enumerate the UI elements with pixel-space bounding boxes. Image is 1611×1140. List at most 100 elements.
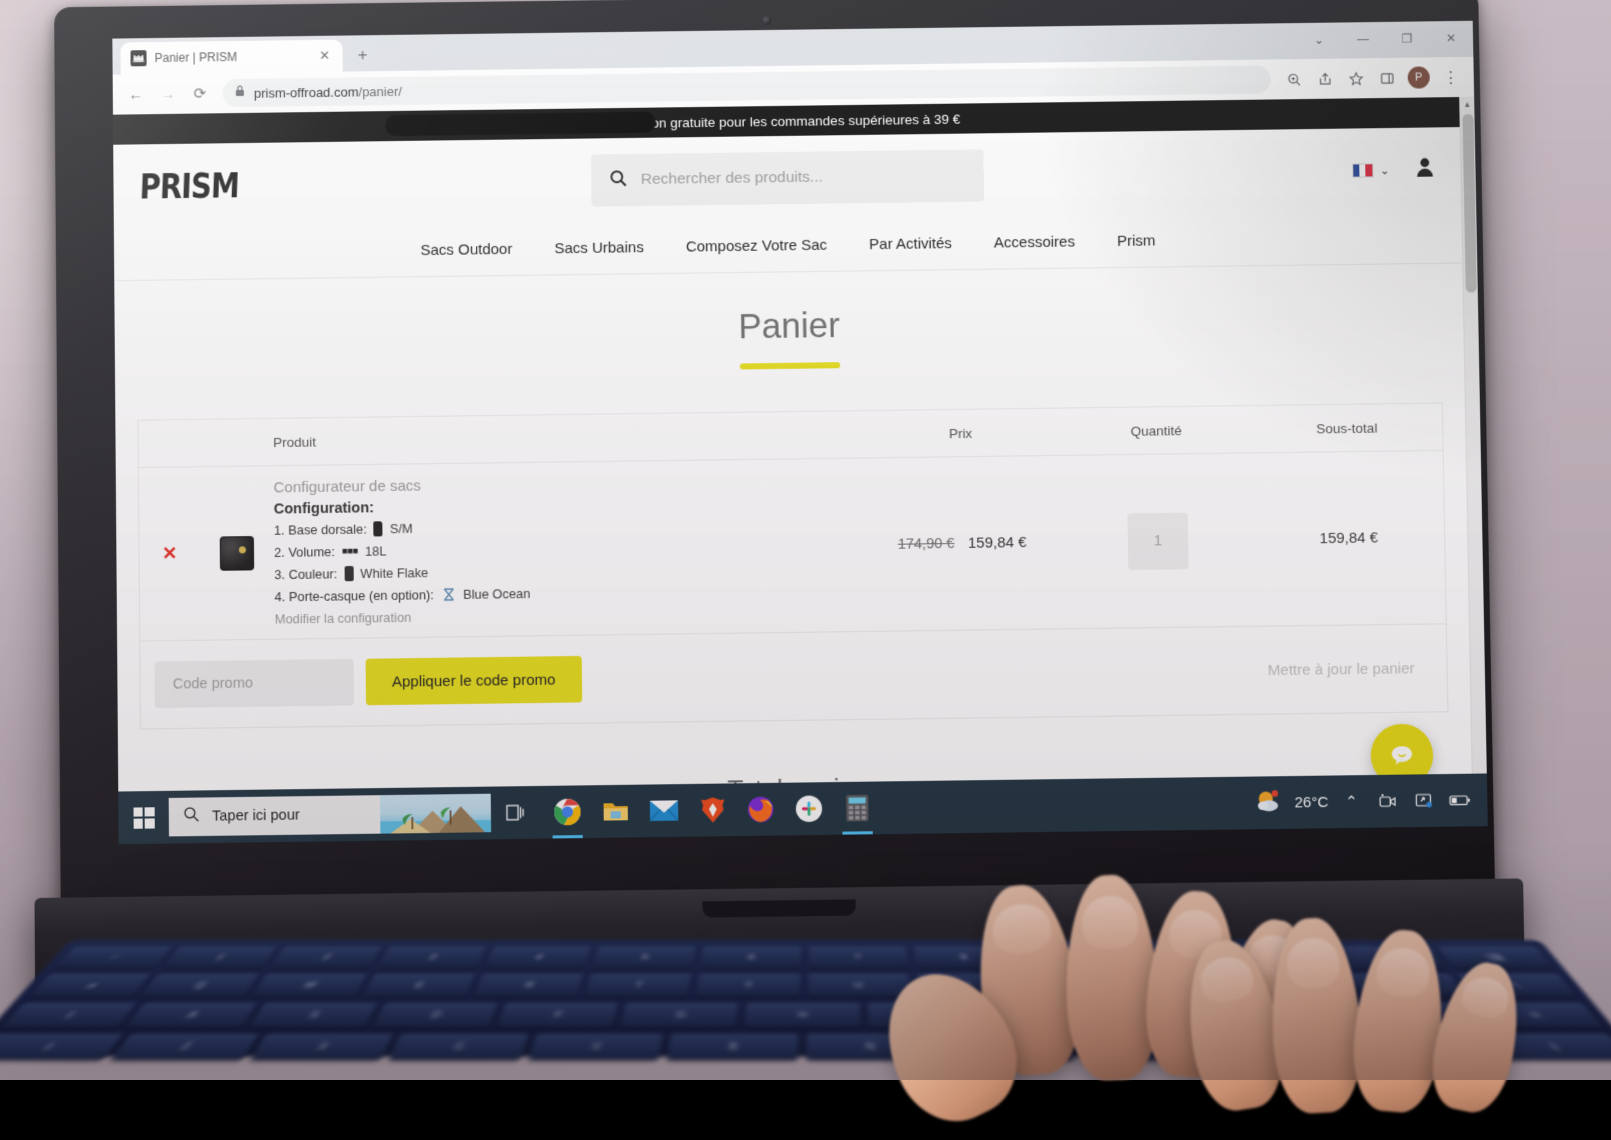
nav-prism[interactable]: Prism (1117, 232, 1156, 250)
prism-logo[interactable]: PRISM (139, 165, 240, 207)
config-value-3: White Flake (360, 565, 428, 581)
battery-icon[interactable] (1447, 787, 1474, 814)
weather-icon[interactable] (1254, 787, 1285, 819)
config-label-3: 3. Couleur: (274, 566, 337, 582)
config-line-base-dorsale: 1. Base dorsale: S/M (274, 514, 862, 537)
update-cart-link[interactable]: Mettre à jour le panier (1268, 659, 1433, 678)
firefox-icon[interactable] (738, 783, 783, 836)
config-line-couleur: 3. Couleur: White Flake (274, 559, 862, 582)
weather-temperature: 26°C (1294, 793, 1328, 811)
lock-icon (235, 84, 245, 102)
column-header-quantite: Quantité (1061, 422, 1252, 440)
site-header: PRISM Rechercher des produits... (113, 127, 1461, 229)
file-explorer-icon[interactable] (593, 785, 638, 838)
calculator-icon[interactable] (835, 781, 880, 834)
search-icon (609, 169, 627, 192)
title-underline (739, 362, 839, 369)
nav-sacs-urbains[interactable]: Sacs Urbains (554, 239, 644, 257)
tab-title: Panier | PRISM (154, 49, 308, 65)
reload-icon[interactable]: ⟳ (185, 78, 215, 108)
screen-share-icon[interactable] (1411, 787, 1438, 814)
price-cell: 174,90 € 159,84 € (862, 533, 1063, 554)
quantity-cell: 1 (1062, 511, 1254, 570)
config-line-porte-casque: 4. Porte-casque (en option): Blue Ocean (274, 581, 862, 604)
chrome-icon[interactable] (545, 785, 590, 838)
color-swatch-icon (344, 566, 353, 581)
prism-cart-page: Livraison gratuite pour les commandes su… (113, 97, 1473, 844)
left-hand (1180, 900, 1600, 1120)
promo-code-row: Appliquer le code promo Mettre à jour le… (140, 624, 1447, 728)
cart-line-item: ✕ Configurateur de sacs Configuration: 1… (139, 451, 1446, 642)
col-remove-spacer (139, 443, 199, 444)
nav-par-activites[interactable]: Par Activités (869, 235, 952, 253)
helmet-hook-swatch-icon (441, 586, 456, 601)
profile-avatar[interactable]: P (1408, 66, 1430, 88)
config-label-2: 2. Volume: (274, 544, 335, 560)
new-tab-button[interactable]: + (349, 41, 377, 69)
maximize-button[interactable]: ❐ (1385, 21, 1430, 56)
kebab-menu-icon[interactable]: ⋮ (1435, 62, 1466, 92)
nav-composez-votre-sac[interactable]: Composez Votre Sac (686, 237, 827, 256)
side-panel-icon[interactable] (1371, 63, 1402, 93)
config-label-1: 1. Base dorsale: (274, 521, 367, 537)
subtotal-cell: 159,84 € (1253, 528, 1444, 549)
url-text: prism-offroad.com/panier/ (254, 83, 402, 100)
scrollbar-thumb[interactable] (1462, 114, 1476, 293)
announcement-text: Livraison gratuite pour les commandes su… (612, 111, 960, 131)
account-icon[interactable] (1415, 156, 1435, 182)
modify-configuration-link[interactable]: Modifier la configuration (275, 603, 863, 626)
product-name[interactable]: Configurateur de sacs (273, 471, 860, 496)
cart-table: Produit Prix Quantité Sous-total ✕ (137, 403, 1448, 730)
nav-accessoires[interactable]: Accessoires (994, 233, 1075, 251)
chat-bubble-icon (1387, 740, 1418, 771)
product-thumbnail[interactable] (220, 536, 254, 571)
product-thumbnail-cell (200, 535, 275, 570)
chevron-up-icon[interactable]: ⌃ (1338, 788, 1365, 815)
forward-icon[interactable]: → (153, 79, 183, 109)
configuration-label: Configuration: (274, 493, 862, 517)
tab-close-icon[interactable]: ✕ (317, 48, 333, 64)
subtotal-value: 159,84 € (1319, 529, 1378, 547)
config-label-4: 4. Porte-casque (en option): (274, 587, 434, 604)
column-header-sous-total: Sous-total (1251, 419, 1442, 437)
close-window-button[interactable]: ✕ (1429, 21, 1474, 56)
mail-icon[interactable] (642, 784, 687, 837)
task-view-button[interactable] (491, 786, 540, 839)
taskbar-search-placeholder: Taper ici pour (212, 807, 300, 824)
config-value-1: S/M (390, 520, 413, 535)
apply-promo-button[interactable]: Appliquer le code promo (366, 656, 582, 705)
remove-item-button[interactable]: ✕ (139, 543, 199, 565)
chrome-browser-window: Panier | PRISM ✕ + ⌄ — ❐ ✕ ← (112, 21, 1487, 844)
redacted-text-block (385, 112, 656, 137)
promo-code-input[interactable] (154, 659, 354, 708)
search-icon (183, 806, 200, 829)
chevron-down-icon: ⌄ (1380, 164, 1389, 177)
minimize-button[interactable]: — (1341, 22, 1386, 57)
header-right: ⌄ (1352, 156, 1435, 183)
share-icon[interactable] (1309, 64, 1340, 94)
taskbar-search[interactable]: Taper ici pour (169, 794, 491, 837)
product-details: Configurateur de sacs Configuration: 1. … (273, 471, 862, 626)
zoom-icon[interactable] (1278, 64, 1309, 94)
page-title-block: Panier (114, 264, 1464, 378)
start-button[interactable] (118, 791, 169, 844)
france-flag-icon (1352, 163, 1373, 177)
config-value-2: 18L (365, 543, 387, 558)
search-background-image (380, 794, 491, 834)
nav-sacs-outdoor[interactable]: Sacs Outdoor (420, 241, 512, 259)
tab-search-icon[interactable]: ⌄ (1297, 22, 1342, 57)
star-icon[interactable] (1340, 63, 1371, 93)
system-tray: 26°C ⌃ (1254, 784, 1488, 818)
windows-logo-icon (133, 807, 154, 829)
column-header-prix: Prix (860, 424, 1061, 442)
quantity-input[interactable]: 1 (1127, 512, 1188, 569)
browser-tab[interactable]: Panier | PRISM ✕ (120, 40, 342, 75)
product-search[interactable]: Rechercher des produits... (590, 149, 983, 206)
slack-icon[interactable] (786, 782, 831, 835)
scroll-up-arrow[interactable]: ▲ (1460, 97, 1474, 112)
camera-icon[interactable] (1374, 788, 1401, 815)
language-selector[interactable]: ⌄ (1352, 163, 1390, 178)
back-icon[interactable]: ← (121, 79, 151, 109)
brave-icon[interactable] (690, 783, 735, 836)
taskbar-apps (545, 781, 880, 838)
